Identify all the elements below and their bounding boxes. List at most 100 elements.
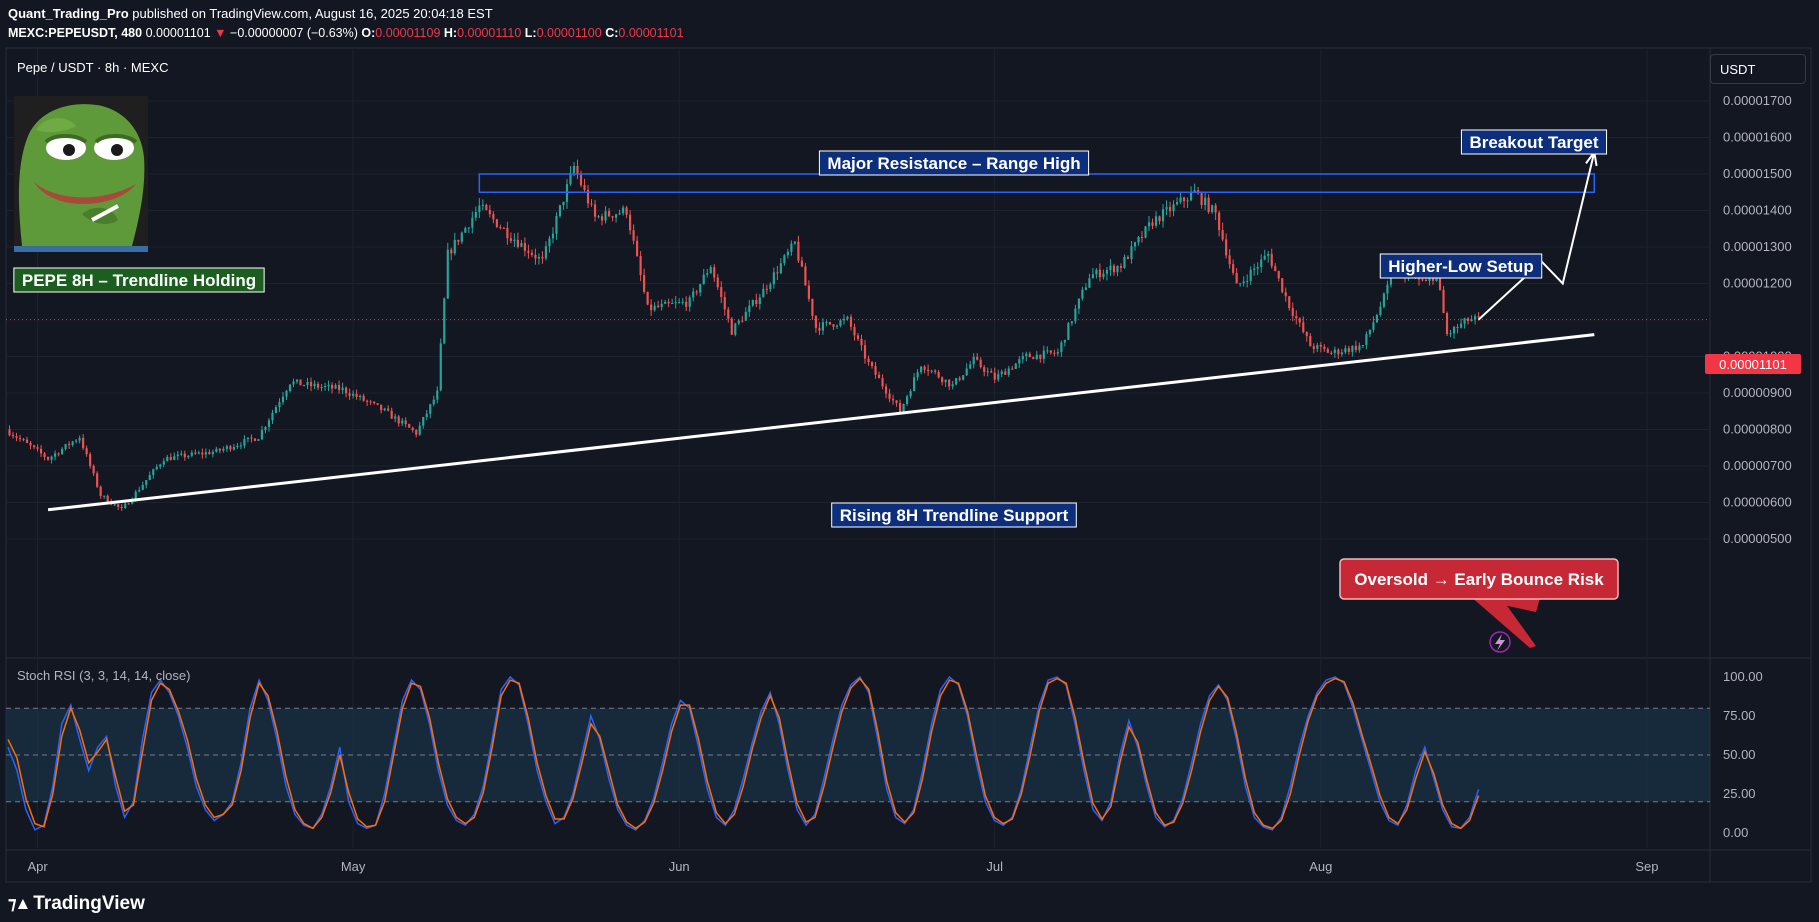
candle-body bbox=[1242, 281, 1245, 284]
candle-body bbox=[1011, 368, 1014, 370]
candle-body bbox=[485, 204, 488, 210]
candle-body bbox=[443, 298, 446, 344]
candle-body bbox=[611, 216, 614, 218]
rsi-tick-label: 75.00 bbox=[1723, 708, 1756, 723]
tradingview-logo[interactable]: ⁊▲ TradingView bbox=[8, 893, 145, 915]
candle-body bbox=[709, 267, 712, 274]
candle-body bbox=[106, 495, 109, 503]
candle-body bbox=[1263, 255, 1266, 260]
candle-body bbox=[352, 393, 355, 396]
candle-body bbox=[180, 453, 183, 455]
candle-body bbox=[1056, 352, 1059, 354]
candle-body bbox=[734, 323, 737, 335]
candle-body bbox=[1186, 200, 1189, 202]
candle-body bbox=[513, 239, 516, 241]
price-tick-label: 0.00001200 bbox=[1723, 276, 1792, 291]
candle-body bbox=[36, 447, 39, 449]
candle-body bbox=[593, 204, 597, 217]
candle-body bbox=[762, 288, 765, 298]
author-name[interactable]: Quant_Trading_Pro bbox=[8, 6, 129, 21]
candle-body bbox=[323, 386, 327, 388]
candle-body bbox=[1091, 274, 1095, 279]
candle-body bbox=[506, 228, 509, 239]
candle-body bbox=[1214, 205, 1217, 213]
candle-body bbox=[1442, 289, 1445, 314]
candle-body bbox=[898, 403, 902, 413]
candle-body bbox=[89, 454, 92, 466]
candle-body bbox=[849, 316, 853, 327]
candle-body bbox=[877, 374, 881, 379]
candle-body bbox=[786, 251, 789, 256]
candle-body bbox=[1151, 222, 1154, 226]
candle-body bbox=[934, 370, 937, 372]
candle-body bbox=[1105, 269, 1109, 274]
candle-body bbox=[99, 486, 102, 497]
time-tick-label: May bbox=[341, 859, 366, 874]
candle-body bbox=[821, 322, 825, 331]
change-value: −0.00000007 (−0.63%) bbox=[230, 26, 358, 40]
candle-body bbox=[1386, 284, 1389, 294]
candle-body bbox=[1316, 344, 1319, 349]
candle-body bbox=[82, 437, 85, 449]
candle-body bbox=[1267, 253, 1270, 256]
currency-unit-button[interactable]: USDT bbox=[1710, 54, 1806, 84]
candle-body bbox=[643, 274, 646, 292]
candle-body bbox=[667, 301, 670, 304]
svg-text:Rising 8H Trendline Support: Rising 8H Trendline Support bbox=[840, 506, 1069, 525]
candle-body bbox=[1291, 308, 1294, 317]
time-tick-label: Apr bbox=[27, 859, 48, 874]
candle-body bbox=[986, 371, 989, 373]
candle-body bbox=[541, 256, 544, 259]
candle-body bbox=[1382, 293, 1386, 307]
brand-name: TradingView bbox=[33, 893, 145, 914]
svg-text:PEPE 8H – Trendline Holding: PEPE 8H – Trendline Holding bbox=[22, 271, 256, 290]
candle-body bbox=[29, 442, 32, 446]
candle-body bbox=[527, 250, 530, 253]
candle-body bbox=[492, 214, 495, 220]
candle-body bbox=[1207, 197, 1210, 213]
candle-body bbox=[1168, 207, 1172, 212]
candle-body bbox=[1025, 353, 1028, 357]
candle-body bbox=[916, 372, 919, 378]
candle-body bbox=[1081, 289, 1084, 299]
candle-body bbox=[306, 381, 309, 386]
candle-body bbox=[1049, 350, 1052, 353]
time-tick-label: Aug bbox=[1309, 859, 1332, 874]
lightning-icon[interactable] bbox=[1489, 631, 1511, 653]
time-tick-label: Sep bbox=[1635, 859, 1658, 874]
time-tick-label: Jun bbox=[669, 859, 690, 874]
candle-body bbox=[1270, 253, 1273, 267]
chart-canvas[interactable]: 0.00001700 0.00001600 0.00001500 0.00001400… bbox=[0, 0, 1819, 922]
candle-body bbox=[422, 417, 425, 426]
candle-body bbox=[1235, 272, 1238, 284]
candle-body bbox=[863, 345, 867, 359]
candle-body bbox=[1298, 318, 1301, 323]
candle-body bbox=[955, 378, 958, 385]
candle-body bbox=[758, 297, 761, 305]
candle-body bbox=[145, 480, 148, 485]
candle-body bbox=[1172, 204, 1175, 212]
candle-body bbox=[260, 430, 264, 440]
candle-body bbox=[117, 504, 120, 507]
candle-body bbox=[166, 456, 169, 462]
candle-body bbox=[1274, 266, 1277, 272]
candle-body bbox=[32, 445, 36, 448]
publish-info: Quant_Trading_Pro published on TradingVi… bbox=[8, 6, 493, 21]
candle-body bbox=[43, 453, 46, 458]
candle-body bbox=[359, 395, 362, 398]
candle-body bbox=[50, 456, 53, 460]
candle-body bbox=[727, 309, 730, 319]
candle-body bbox=[113, 504, 116, 506]
candle-body bbox=[1375, 314, 1379, 323]
candle-body bbox=[941, 377, 944, 383]
label-trendline-holding: PEPE 8H – Trendline Holding bbox=[13, 267, 265, 293]
candle-body bbox=[1473, 316, 1477, 320]
candle-body bbox=[1361, 345, 1364, 347]
candle-body bbox=[239, 445, 243, 447]
symbol-label[interactable]: MEXC:PEPEUSDT, 480 bbox=[8, 26, 142, 40]
candle-body bbox=[867, 358, 870, 363]
candle-body bbox=[895, 400, 898, 404]
candle-body bbox=[124, 503, 127, 509]
candle-body bbox=[558, 205, 562, 216]
candle-body bbox=[825, 321, 828, 323]
